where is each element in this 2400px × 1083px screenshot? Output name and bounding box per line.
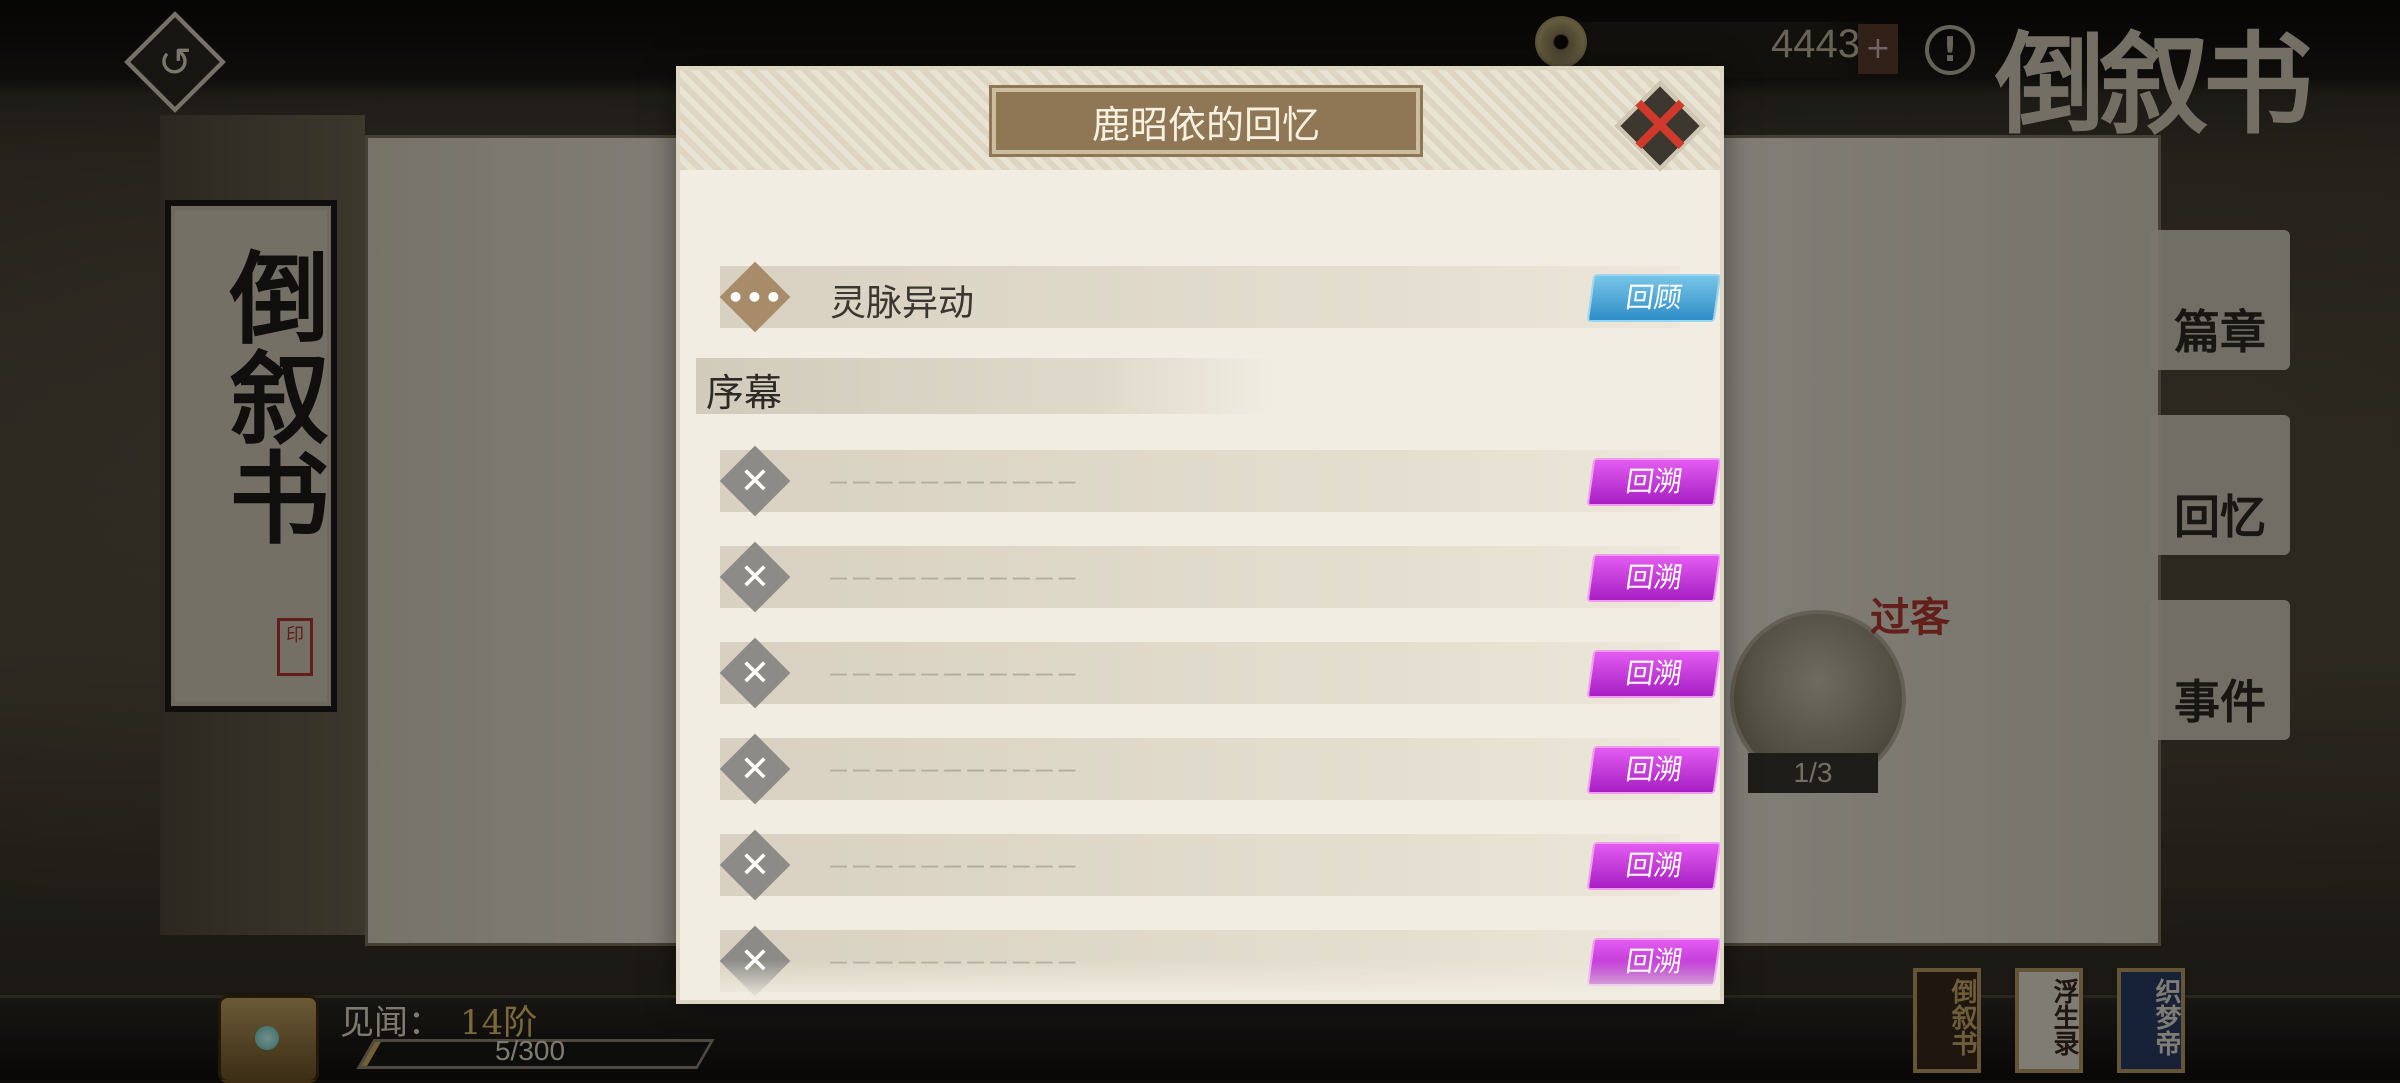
memory-item-locked[interactable]: ✕ ——————————— 回溯 <box>720 450 1720 512</box>
dialog-title-plaque: 鹿昭依的回忆 <box>992 88 1420 154</box>
dialog-title: 鹿昭依的回忆 <box>1091 102 1320 147</box>
review-button[interactable]: 回顾 <box>1586 274 1720 322</box>
locked-icon: ✕ <box>714 824 796 906</box>
close-button[interactable]: ✕ <box>1620 77 1700 175</box>
locked-placeholder: ——————————— <box>830 464 1082 497</box>
locked-placeholder: ——————————— <box>830 848 1082 881</box>
more-icon: ••• <box>714 256 796 338</box>
rewind-button[interactable]: 回溯 <box>1586 650 1720 698</box>
memory-item-unlocked[interactable]: ••• 灵脉异动 回顾 <box>720 266 1720 328</box>
memory-dialog: 鹿昭依的回忆 ✕ ••• 灵脉异动 回顾 序幕 ✕ ——————————— 回溯… <box>680 70 1720 1000</box>
locked-placeholder: ——————————— <box>830 752 1082 785</box>
section-header: 序幕 <box>696 358 1276 415</box>
locked-icon: ✕ <box>714 728 796 810</box>
list-fade <box>680 960 1720 1000</box>
rewind-button[interactable]: 回溯 <box>1586 842 1720 890</box>
rewind-button[interactable]: 回溯 <box>1586 554 1720 602</box>
locked-icon: ✕ <box>714 536 796 618</box>
rewind-button[interactable]: 回溯 <box>1586 458 1720 506</box>
locked-placeholder: ——————————— <box>830 560 1082 593</box>
memory-item-locked[interactable]: ✕ ——————————— 回溯 <box>720 738 1720 800</box>
memory-item-locked[interactable]: ✕ ——————————— 回溯 <box>720 642 1720 704</box>
rewind-button[interactable]: 回溯 <box>1586 746 1720 794</box>
memory-item-locked[interactable]: ✕ ——————————— 回溯 <box>720 546 1720 608</box>
memory-item-locked[interactable]: ✕ ——————————— 回溯 <box>720 834 1720 896</box>
locked-placeholder: ——————————— <box>830 656 1082 689</box>
close-icon: ✕ <box>1624 77 1696 175</box>
section-title: 序幕 <box>706 371 783 415</box>
locked-icon: ✕ <box>714 632 796 714</box>
memory-title: 灵脉异动 <box>830 283 975 324</box>
locked-icon: ✕ <box>714 440 796 522</box>
